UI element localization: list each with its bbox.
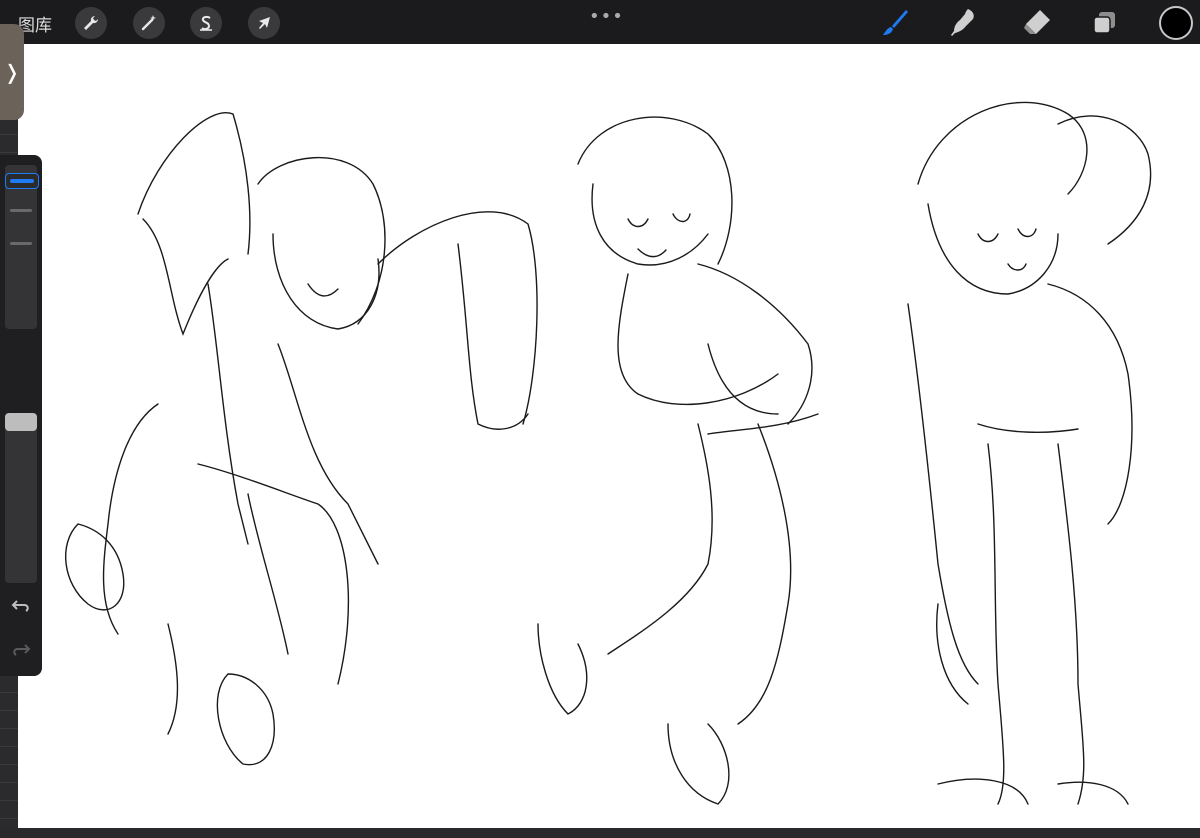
undo-button[interactable] <box>10 595 32 617</box>
selection-button[interactable] <box>190 7 222 39</box>
sketch-figure-left <box>65 112 538 766</box>
magic-wand-icon <box>141 15 156 31</box>
brush-size-thumb[interactable] <box>5 173 39 189</box>
brush-icon <box>883 10 908 35</box>
sketch-figure-right <box>907 101 1152 805</box>
smudge-icon <box>951 9 974 36</box>
sketch-artwork <box>65 101 1152 805</box>
eraser-button[interactable] <box>1020 6 1054 40</box>
redo-icon <box>13 644 31 656</box>
sidebar-toggle-button[interactable]: ❭ <box>0 24 24 120</box>
smudge-button[interactable] <box>946 6 980 40</box>
wrench-icon <box>84 15 99 30</box>
size-preset-tick <box>10 209 32 212</box>
brush-button[interactable] <box>878 6 912 40</box>
more-options[interactable]: ••• <box>589 6 624 27</box>
top-toolbar: 图库 ••• <box>0 0 1200 44</box>
brush-opacity-thumb[interactable] <box>5 413 37 431</box>
sketch-figure-center <box>537 116 819 805</box>
layers-button[interactable] <box>1088 6 1122 40</box>
brush-sidebar <box>0 155 42 676</box>
undo-icon <box>11 600 29 612</box>
arrow-cursor-icon <box>259 17 270 29</box>
selection-s-icon <box>200 15 212 31</box>
layers-icon <box>1093 12 1115 34</box>
color-picker-button[interactable] <box>1159 6 1193 40</box>
adjustments-button[interactable] <box>133 7 165 39</box>
redo-button[interactable] <box>10 639 32 661</box>
size-preset-tick <box>10 242 32 245</box>
brush-size-slider[interactable] <box>5 165 37 329</box>
bottom-edge <box>0 828 1200 838</box>
transform-button[interactable] <box>248 7 280 39</box>
brush-opacity-slider[interactable] <box>5 413 37 583</box>
chevron-right-icon: ❭ <box>3 60 21 84</box>
drawing-canvas[interactable] <box>18 44 1200 828</box>
eraser-icon <box>1024 10 1050 34</box>
actions-button[interactable] <box>75 7 107 39</box>
